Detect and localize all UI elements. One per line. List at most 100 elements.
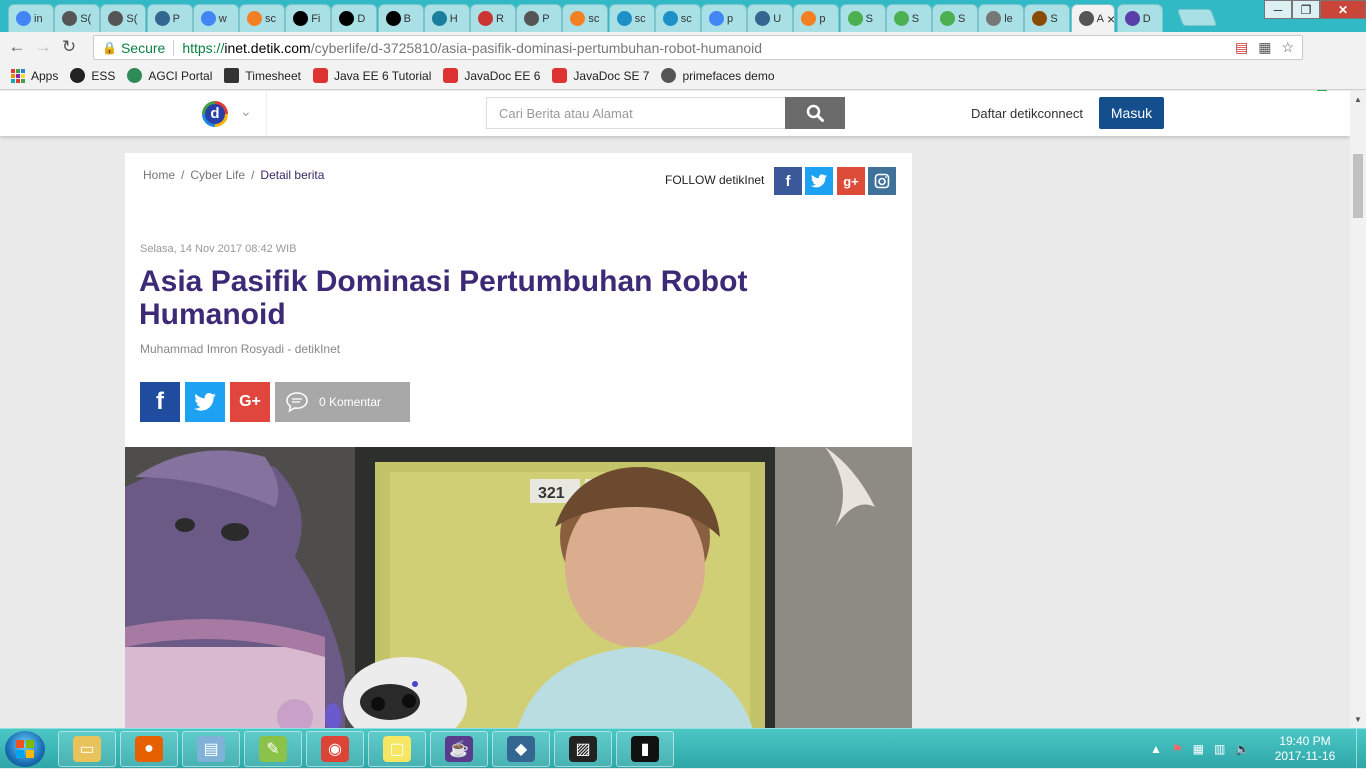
bookmark-item[interactable]: JavaDoc EE 6 <box>443 68 540 83</box>
browser-tab[interactable]: B <box>377 4 424 32</box>
register-link[interactable]: Daftar detikconnect <box>971 106 1083 121</box>
browser-tab[interactable]: P <box>146 4 193 32</box>
taskbar-app-button[interactable]: ▢ <box>368 731 426 767</box>
wikipedia-icon <box>339 11 355 26</box>
volume-icon[interactable]: 🔈 <box>1235 742 1250 756</box>
browser-tab[interactable]: A × <box>1070 4 1115 32</box>
browser-tab[interactable]: D <box>331 4 378 32</box>
oracle-icon <box>443 68 459 83</box>
device-icon[interactable]: ▦ <box>1193 742 1204 756</box>
minimize-button[interactable]: ─ <box>1264 0 1292 19</box>
maximize-button[interactable]: ❐ <box>1292 0 1320 19</box>
browser-tab[interactable]: S <box>885 4 932 32</box>
stackoverflow-icon <box>801 11 817 26</box>
browser-tab[interactable]: p <box>701 4 747 32</box>
detik-logo[interactable]: d <box>202 101 228 127</box>
network-icon[interactable]: ▥ <box>1214 742 1225 756</box>
taskbar-app-button[interactable]: ▤ <box>182 731 240 767</box>
bookmark-item[interactable]: AGCI Portal <box>127 68 212 83</box>
share-facebook-button[interactable]: f <box>140 382 180 422</box>
browser-tab[interactable]: S <box>932 4 978 32</box>
bookmark-item[interactable]: Apps <box>10 68 58 83</box>
bookmark-item[interactable]: primefaces demo <box>661 68 775 83</box>
browser-tab[interactable]: w <box>192 4 239 32</box>
taskbar-app-button[interactable]: ▭ <box>58 731 116 767</box>
article-author: Muhammad Imron Rosyadi - detikInet <box>140 342 341 356</box>
browser-tab[interactable]: S( <box>100 4 147 32</box>
taskbar-app-button[interactable]: ◆ <box>492 731 550 767</box>
bookmark-star-icon[interactable]: ☆ <box>1281 39 1294 56</box>
browser-tab[interactable]: sc <box>562 4 609 32</box>
browser-tab[interactable]: S <box>1024 4 1071 32</box>
bookmark-item[interactable]: JavaDoc SE 7 <box>552 68 649 83</box>
follow-twitter-button[interactable] <box>805 167 833 195</box>
taskbar-app-button[interactable]: ● <box>120 731 178 767</box>
taskbar-clock[interactable]: 19:40 PM 2017-11-16 <box>1270 734 1340 764</box>
share-twitter-button[interactable] <box>185 382 225 422</box>
bookmark-label: primefaces demo <box>682 68 775 83</box>
browser-tab[interactable]: U <box>747 4 794 32</box>
comment-button[interactable]: 0 Komentar <box>275 382 410 422</box>
glasses-icon <box>431 11 447 26</box>
follow-googleplus-button[interactable]: g+ <box>837 167 865 195</box>
chevron-down-icon[interactable]: ⌄ <box>240 103 252 120</box>
browser-tab[interactable]: Fi <box>285 4 332 32</box>
cylinder-icon <box>662 11 678 26</box>
breadcrumb-cyberlife[interactable]: Cyber Life <box>190 168 245 182</box>
taskbar-app-button[interactable]: ▮ <box>616 731 674 767</box>
bookmark-item[interactable]: Timesheet <box>224 68 301 83</box>
browser-tab[interactable]: R <box>470 4 516 32</box>
browser-tab[interactable]: sc <box>239 4 285 32</box>
tray-expand-icon[interactable]: ▲ <box>1150 742 1162 756</box>
browser-tab[interactable]: D <box>1116 4 1163 32</box>
browser-tab[interactable]: S <box>839 4 886 32</box>
page-scrollbar[interactable]: ▲ ▼ <box>1350 91 1366 728</box>
new-tab-button[interactable] <box>1176 9 1218 26</box>
close-tab-icon[interactable]: × <box>1107 11 1114 27</box>
flag-icon[interactable]: ⚑ <box>1172 742 1183 756</box>
breadcrumb-separator: / <box>181 168 185 182</box>
clock-time: 19:40 PM <box>1279 734 1331 748</box>
url-path: /cyberlife/d-3725810/asia-pasifik-domina… <box>310 39 763 56</box>
scrollbar-thumb[interactable] <box>1353 154 1363 218</box>
explorer-icon: ▭ <box>73 736 101 762</box>
follow-instagram-button[interactable] <box>868 167 896 195</box>
follow-facebook-button[interactable]: f <box>774 167 802 195</box>
show-desktop-button[interactable] <box>1356 729 1366 769</box>
reload-button[interactable]: ↻ <box>56 34 82 60</box>
agci-icon <box>127 68 143 83</box>
blocked-popup-icon[interactable]: ▤ <box>1235 39 1248 56</box>
share-googleplus-button[interactable]: G+ <box>230 382 270 422</box>
browser-tab[interactable]: sc <box>654 4 701 32</box>
diamond-icon <box>108 11 124 26</box>
browser-tab[interactable]: S( <box>54 4 101 32</box>
bookmark-item[interactable]: ESS <box>70 68 115 83</box>
scroll-down-arrow-icon[interactable]: ▼ <box>1354 715 1362 724</box>
browser-tab[interactable]: in <box>8 4 54 32</box>
taskbar-app-button[interactable]: ✎ <box>244 731 302 767</box>
tab-title: B <box>403 12 411 25</box>
taskbar-app-button[interactable]: ▨ <box>554 731 612 767</box>
search-input[interactable]: Cari Berita atau Alamat <box>486 97 786 129</box>
start-button[interactable] <box>5 731 45 767</box>
close-window-button[interactable]: ✕ <box>1320 0 1366 19</box>
scroll-up-arrow-icon[interactable]: ▲ <box>1354 95 1362 104</box>
browser-tab[interactable]: le <box>978 4 1025 32</box>
browser-tab[interactable]: P <box>516 4 563 32</box>
taskbar-app-button[interactable]: ☕ <box>430 731 488 767</box>
login-button[interactable]: Masuk <box>1099 97 1164 129</box>
translate-icon[interactable]: ▦ <box>1258 39 1271 56</box>
browser-tab[interactable]: sc <box>608 4 655 32</box>
search-button[interactable] <box>785 97 845 129</box>
browser-tab[interactable]: p <box>793 4 840 32</box>
bookmark-item[interactable]: Java EE 6 Tutorial <box>312 68 431 83</box>
back-button[interactable]: ← <box>4 34 30 60</box>
taskbar-app-button[interactable]: ◉ <box>306 731 364 767</box>
forward-button[interactable]: → <box>30 34 56 60</box>
browser-tab[interactable]: H <box>423 4 470 32</box>
breadcrumb-home[interactable]: Home <box>143 168 175 182</box>
facebook-icon: f <box>156 388 164 415</box>
postgres-icon <box>154 11 170 26</box>
article-photo[interactable]: 321 <box>125 447 912 728</box>
address-bar[interactable]: 🔒 Secure https://inet.detik.com/cyberlif… <box>93 35 1303 60</box>
